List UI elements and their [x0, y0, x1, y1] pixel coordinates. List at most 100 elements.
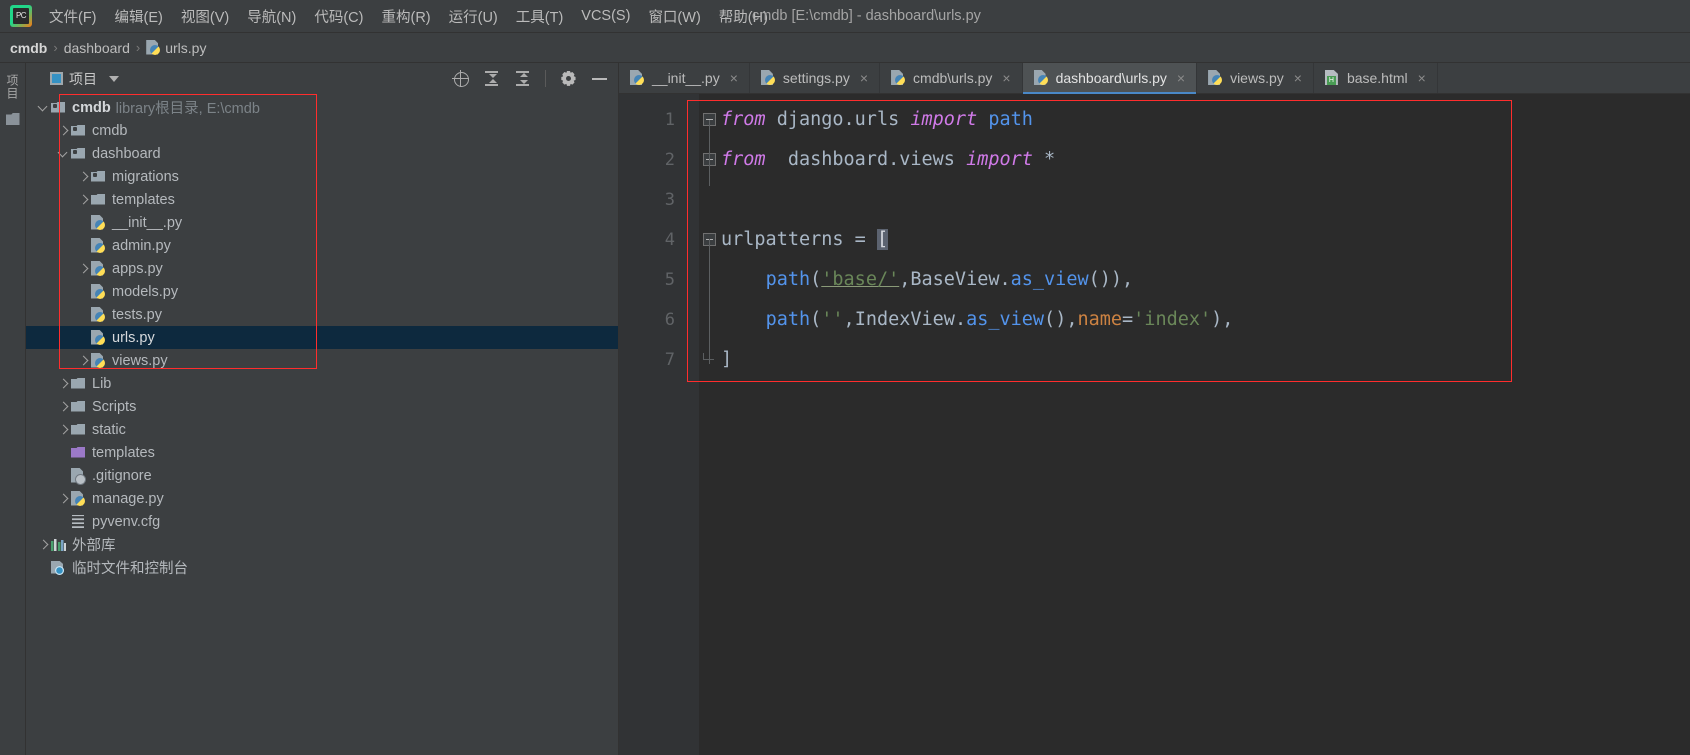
fold-marker-line-6	[699, 300, 721, 340]
tree-item-dashboard[interactable]: dashboard	[26, 142, 618, 165]
fold-marker-line-7[interactable]	[699, 340, 721, 380]
chevron-down-icon[interactable]	[109, 75, 119, 82]
chevron-right-icon[interactable]	[76, 193, 90, 207]
chevron-right-icon[interactable]	[76, 354, 90, 368]
chevron-right-icon[interactable]	[56, 492, 70, 506]
menu-bar: 文件(F) 编辑(E) 视图(V) 导航(N) 代码(C) 重构(R) 运行(U…	[0, 0, 1690, 33]
tree-item-scripts[interactable]: Scripts	[26, 395, 618, 418]
editor-tab-label: views.py	[1230, 70, 1284, 86]
menu-code[interactable]: 代码(C)	[305, 2, 372, 31]
menu-navigate[interactable]: 导航(N)	[238, 2, 305, 31]
chevron-down-icon[interactable]	[56, 147, 70, 161]
source-code[interactable]: from django.urls import path from dashboa…	[721, 94, 1690, 755]
close-icon[interactable]: ×	[730, 71, 738, 85]
chevron-right-icon[interactable]	[56, 377, 70, 391]
tree-item-views.py[interactable]: views.py	[26, 349, 618, 372]
tool-window-tab-project[interactable]: 项目	[2, 71, 23, 103]
chevron-right-icon[interactable]	[76, 262, 90, 276]
menu-edit[interactable]: 编辑(E)	[106, 2, 172, 31]
menu-file[interactable]: 文件(F)	[40, 2, 106, 31]
gitignore-file-icon	[70, 468, 87, 485]
editor-tab-base.html[interactable]: base.html ×	[1314, 63, 1438, 93]
tree-item-label: __init__.py	[112, 214, 183, 231]
breadcrumb-item-urls[interactable]: urls.py	[146, 40, 206, 56]
menu-run[interactable]: 运行(U)	[440, 2, 507, 31]
tree-item-label: static	[92, 421, 126, 438]
tree-item-admin.py[interactable]: admin.py	[26, 234, 618, 257]
tree-item-cmdb[interactable]: cmdb library根目录, E:\cmdb	[26, 96, 618, 119]
menu-refactor[interactable]: 重构(R)	[372, 2, 439, 31]
tree-item-models.py[interactable]: models.py	[26, 280, 618, 303]
code-line[interactable]: path('',IndexView.as_view(),name='index'…	[721, 300, 1690, 340]
editor-tab-cmdb-urls.py[interactable]: cmdb\urls.py ×	[880, 63, 1023, 93]
tree-item-apps.py[interactable]: apps.py	[26, 257, 618, 280]
settings-gear-icon[interactable]	[560, 70, 577, 87]
project-tree[interactable]: cmdb library根目录, E:\cmdb cmdb dashboard migr…	[26, 94, 618, 755]
code-line[interactable]: urlpatterns = [	[721, 220, 1690, 260]
tree-item--[interactable]: 临时文件和控制台	[26, 556, 618, 579]
expand-all-icon[interactable]	[483, 70, 500, 87]
project-panel-title-group[interactable]: 项目	[50, 69, 119, 89]
python-file-icon	[1208, 70, 1223, 86]
fold-marker-line-1[interactable]	[699, 100, 721, 140]
menu-vcs[interactable]: VCS(S)	[572, 4, 639, 28]
folder-icon[interactable]	[5, 113, 20, 125]
chevron-right-icon[interactable]	[56, 124, 70, 138]
tree-arrow-placeholder	[36, 561, 50, 575]
tree-item-migrations[interactable]: migrations	[26, 165, 618, 188]
editor-tab-bar: __init__.py × settings.py × cmdb\urls.py × das…	[619, 63, 1690, 94]
tree-item-lib[interactable]: Lib	[26, 372, 618, 395]
breadcrumb-item-dashboard[interactable]: dashboard	[64, 40, 130, 56]
menu-view[interactable]: 视图(V)	[172, 2, 238, 31]
code-line[interactable]: from dashboard.views import *	[721, 140, 1690, 180]
tree-item-__init__.py[interactable]: __init__.py	[26, 211, 618, 234]
close-icon[interactable]: ×	[1177, 71, 1185, 85]
tree-item-urls.py[interactable]: urls.py	[26, 326, 618, 349]
code-line[interactable]: path('base/',BaseView.as_view()),	[721, 260, 1690, 300]
close-icon[interactable]: ×	[860, 71, 868, 85]
python-file-icon	[70, 491, 87, 507]
code-line[interactable]: ]	[721, 340, 1690, 380]
fold-marker-line-2[interactable]	[699, 140, 721, 180]
left-tool-strip: 项目	[0, 63, 26, 755]
tree-item-static[interactable]: static	[26, 418, 618, 441]
tree-item-templates[interactable]: templates	[26, 441, 618, 464]
chevron-down-icon[interactable]	[36, 101, 50, 115]
external-libraries-icon	[50, 537, 67, 553]
editor-tab-dashboard-urls.py[interactable]: dashboard\urls.py ×	[1022, 63, 1198, 94]
close-icon[interactable]: ×	[1294, 71, 1302, 85]
editor-tab-settings.py[interactable]: settings.py ×	[750, 63, 881, 93]
menu-tools[interactable]: 工具(T)	[507, 2, 573, 31]
tree-item-templates[interactable]: templates	[26, 188, 618, 211]
tree-item-cmdb[interactable]: cmdb	[26, 119, 618, 142]
folder-purple-icon	[70, 445, 87, 461]
hide-panel-icon[interactable]	[591, 70, 608, 87]
chevron-right-icon[interactable]	[56, 400, 70, 414]
code-folding-column[interactable]	[699, 94, 721, 755]
tree-item--[interactable]: 外部库	[26, 533, 618, 556]
select-opened-file-icon[interactable]	[452, 70, 469, 87]
tree-item-pyvenv.cfg[interactable]: pyvenv.cfg	[26, 510, 618, 533]
editor-tab-views.py[interactable]: views.py ×	[1197, 63, 1314, 93]
close-icon[interactable]: ×	[1418, 71, 1426, 85]
project-panel: 项目 cmdb library根目录, E:\cmdb cmdb dashboard m…	[26, 63, 619, 755]
close-icon[interactable]: ×	[1002, 71, 1010, 85]
tree-item-label: pyvenv.cfg	[92, 513, 161, 530]
folder-icon	[90, 192, 107, 208]
code-line[interactable]: from django.urls import path	[721, 100, 1690, 140]
code-editor[interactable]: 1234567 from django.urls import path fro…	[619, 94, 1690, 755]
fold-marker-line-4[interactable]	[699, 220, 721, 260]
chevron-right-icon[interactable]	[36, 538, 50, 552]
menu-window[interactable]: 窗口(W)	[639, 2, 709, 31]
editor-tab-__init__.py[interactable]: __init__.py ×	[619, 63, 750, 93]
collapse-all-icon[interactable]	[514, 70, 531, 87]
code-line[interactable]	[721, 180, 1690, 220]
tree-item-manage.py[interactable]: manage.py	[26, 487, 618, 510]
html-file-icon	[1325, 70, 1340, 86]
chevron-right-icon[interactable]	[76, 170, 90, 184]
chevron-right-icon[interactable]	[56, 423, 70, 437]
breadcrumb-item-cmdb[interactable]: cmdb	[10, 40, 47, 56]
tree-item-.gitignore[interactable]: .gitignore	[26, 464, 618, 487]
tree-item-tests.py[interactable]: tests.py	[26, 303, 618, 326]
scratches-consoles-icon	[50, 560, 67, 576]
